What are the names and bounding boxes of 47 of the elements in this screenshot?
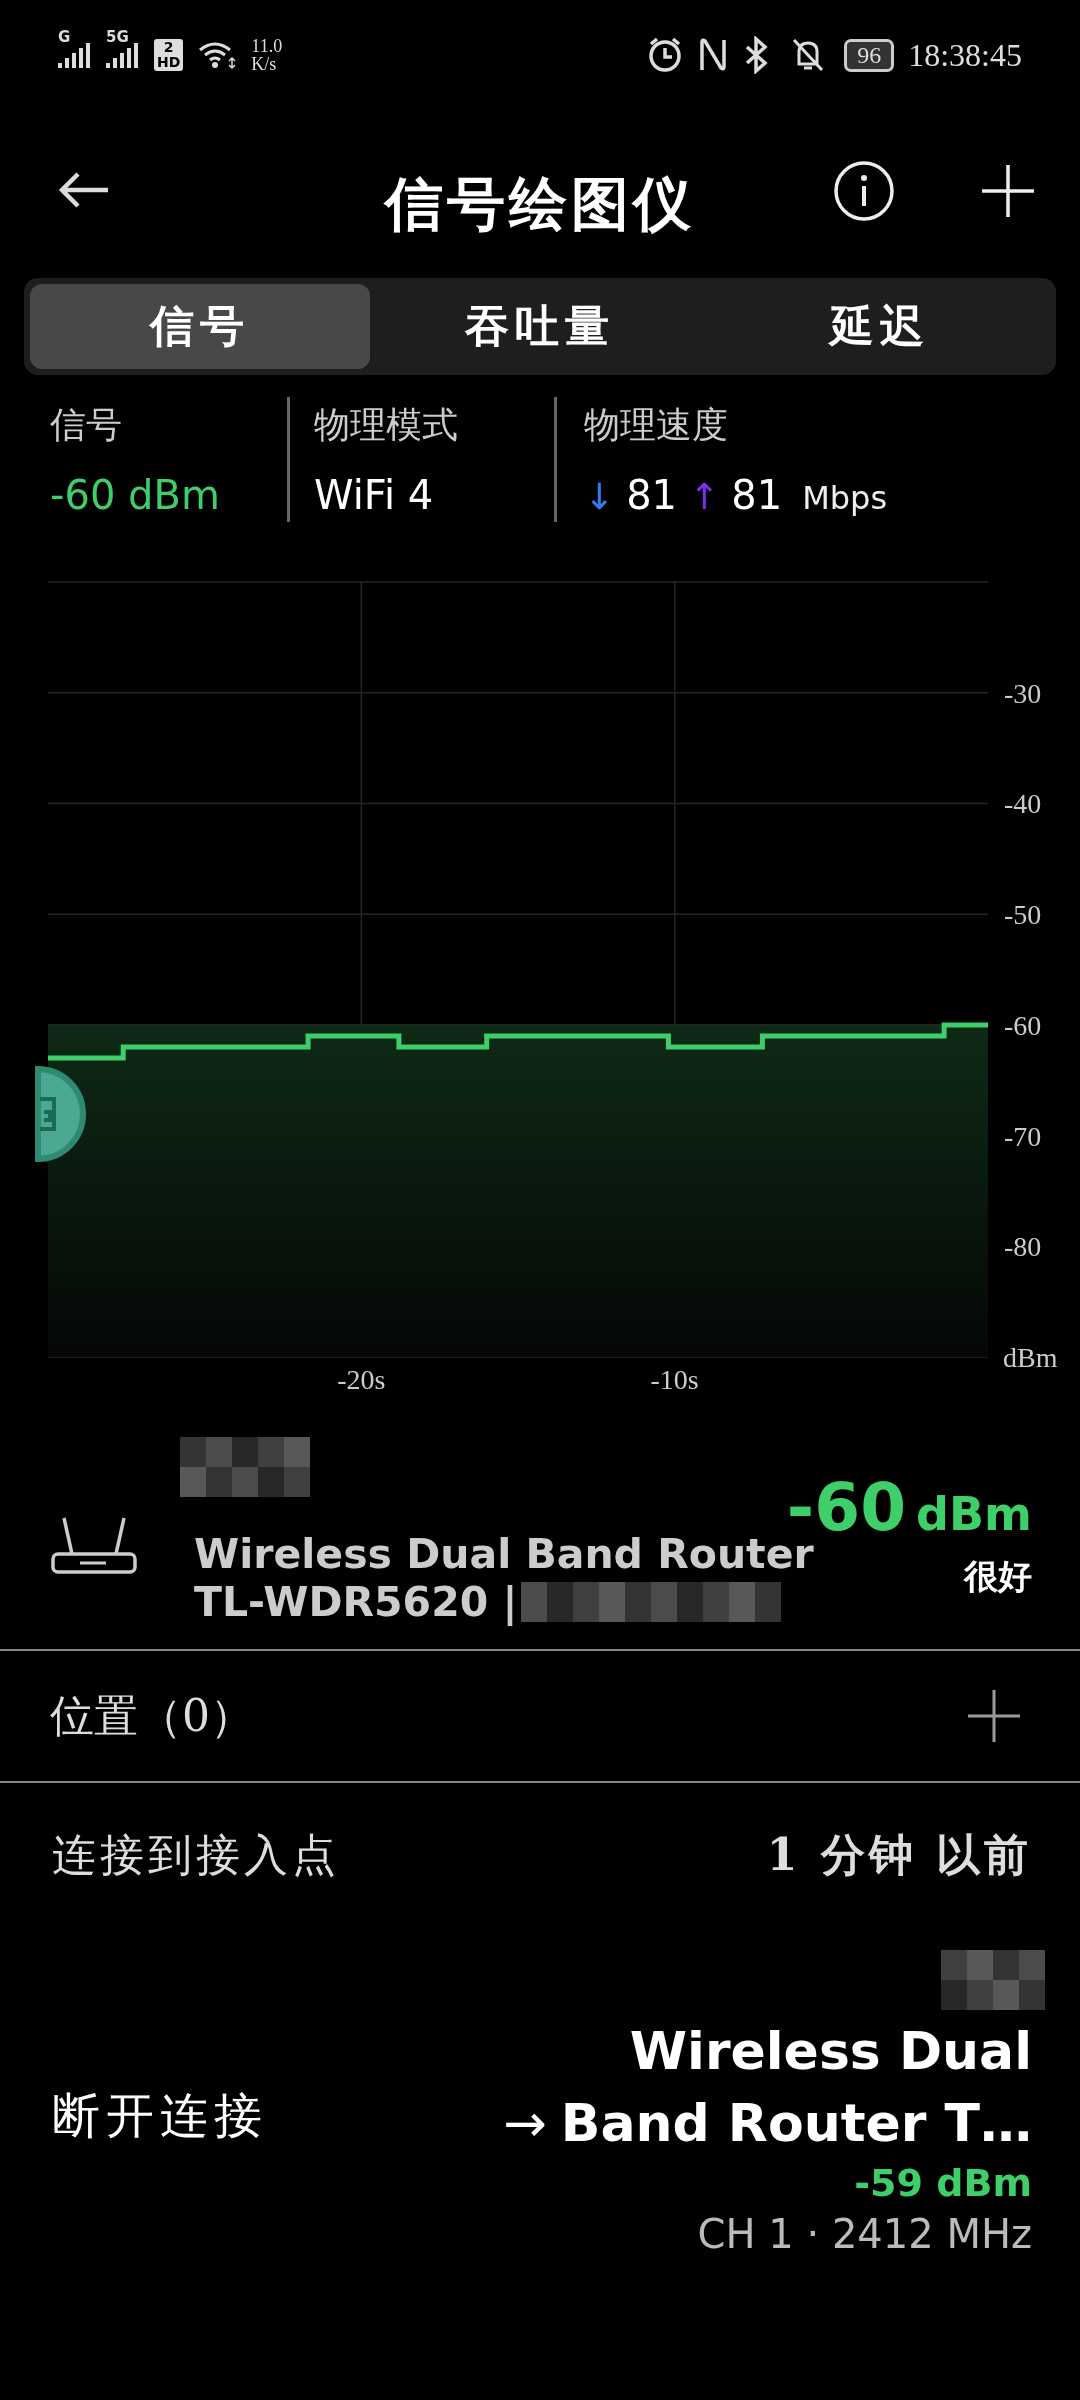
- event-label: 连接到接入点: [52, 1828, 340, 1882]
- target-name: Wireless Dual: [629, 2019, 1032, 2083]
- event-label: 断开连接: [52, 2085, 268, 2145]
- mode-value: WiFi 4: [314, 472, 435, 518]
- hd-badge: 2 HD: [154, 39, 184, 71]
- info-icon[interactable]: [833, 160, 895, 222]
- y-tick-label: -70: [1004, 1120, 1042, 1152]
- back-icon[interactable]: [58, 170, 110, 210]
- x-tick-label: -10s: [650, 1364, 699, 1395]
- signal-value: -60 dBm: [50, 472, 221, 518]
- stat-label: 信号: [50, 403, 123, 447]
- battery-icon: 96: [844, 38, 895, 72]
- add-icon[interactable]: [966, 1688, 1022, 1744]
- channel-info: CH 1 · 2412 MHz: [697, 2210, 1032, 2257]
- signal-quality: 很好: [964, 1555, 1032, 1598]
- event-time: 1 分钟 以前: [766, 1828, 1032, 1882]
- speed-unit: Mbps: [802, 479, 888, 517]
- clock-time: 18:38:45: [908, 36, 1022, 74]
- signal-unit: dBm: [916, 1487, 1032, 1541]
- stat-label: 物理模式: [314, 403, 459, 447]
- y-tick-label: -80: [1004, 1231, 1042, 1263]
- access-point-model: TL-WDR5620 |: [194, 1578, 518, 1626]
- download-speed: 81: [626, 472, 678, 518]
- arrow-glyph: →: [503, 2092, 547, 2153]
- upload-arrow: ↑: [689, 476, 720, 517]
- stat-label: 物理速度: [584, 403, 729, 447]
- event-signal: -59 dBm: [854, 2160, 1032, 2205]
- y-tick-label: -40: [1004, 788, 1042, 820]
- tab[interactable]: 延迟: [710, 284, 1050, 369]
- wifi-icon: [197, 40, 238, 70]
- y-tick-label: -60: [1004, 1009, 1042, 1041]
- y-tick-label: -30: [1004, 677, 1042, 709]
- y-tick-label: -50: [1004, 899, 1042, 931]
- y-axis-unit: dBm: [1003, 1342, 1058, 1373]
- network-speed: 11.0 K/s: [251, 37, 283, 73]
- download-arrow: ↓: [584, 476, 615, 517]
- tab[interactable]: 信号: [30, 284, 370, 369]
- x-tick-label: -20s: [337, 1364, 386, 1395]
- screen-title: 信号绘图仪: [385, 169, 695, 240]
- network-label: G: [58, 28, 71, 46]
- signal-bars-icon: [58, 42, 92, 68]
- tab[interactable]: 吞吐量: [370, 284, 710, 369]
- signal-bars-icon: [106, 42, 140, 68]
- target-name: Band Router T…: [560, 2091, 1032, 2155]
- upload-speed: 81: [731, 472, 783, 518]
- network-label: 5G: [106, 28, 129, 46]
- location-label: 位置（0）: [50, 1688, 254, 1743]
